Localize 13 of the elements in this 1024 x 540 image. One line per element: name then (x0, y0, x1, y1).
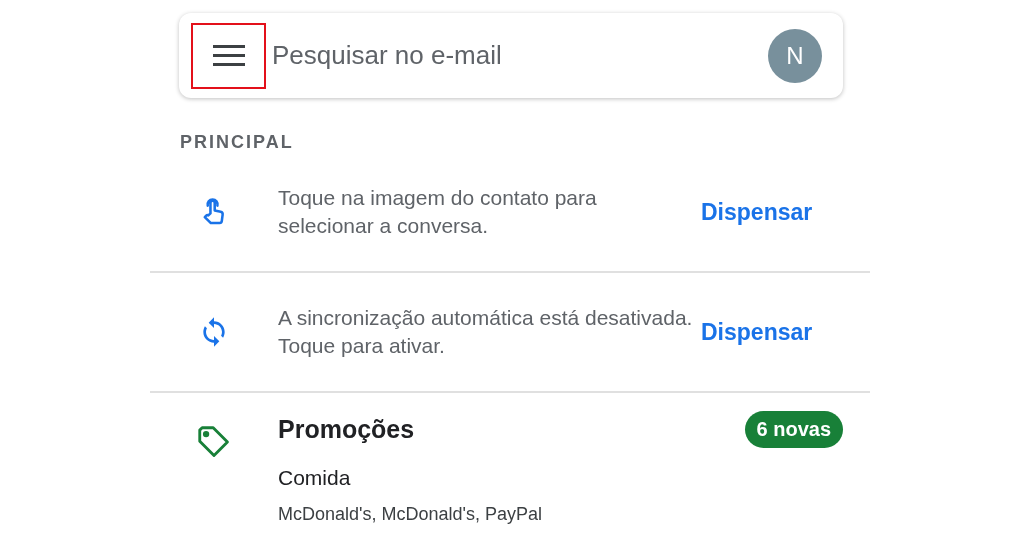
menu-icon (212, 44, 245, 67)
email-senders: McDonald's, McDonald's, PayPal (278, 504, 543, 525)
tip-text: Toque na imagem do contato para selecionar a conversa. (278, 185, 598, 239)
tip-text: A sincronização automática está desativada. Toque para ativar. (278, 305, 694, 359)
menu-button[interactable] (191, 22, 266, 89)
dismiss-button[interactable]: Dispensar (701, 198, 813, 226)
dismiss-button[interactable]: Dispensar (701, 318, 813, 346)
section-label: PRINCIPAL (180, 132, 295, 153)
email-subject: Comida (278, 466, 352, 490)
search-field[interactable]: Pesquisar no e-mail (270, 39, 768, 72)
category-title: Promoções (278, 415, 415, 444)
new-count-badge: 6 novas (744, 411, 843, 448)
avatar[interactable]: N (768, 28, 822, 83)
